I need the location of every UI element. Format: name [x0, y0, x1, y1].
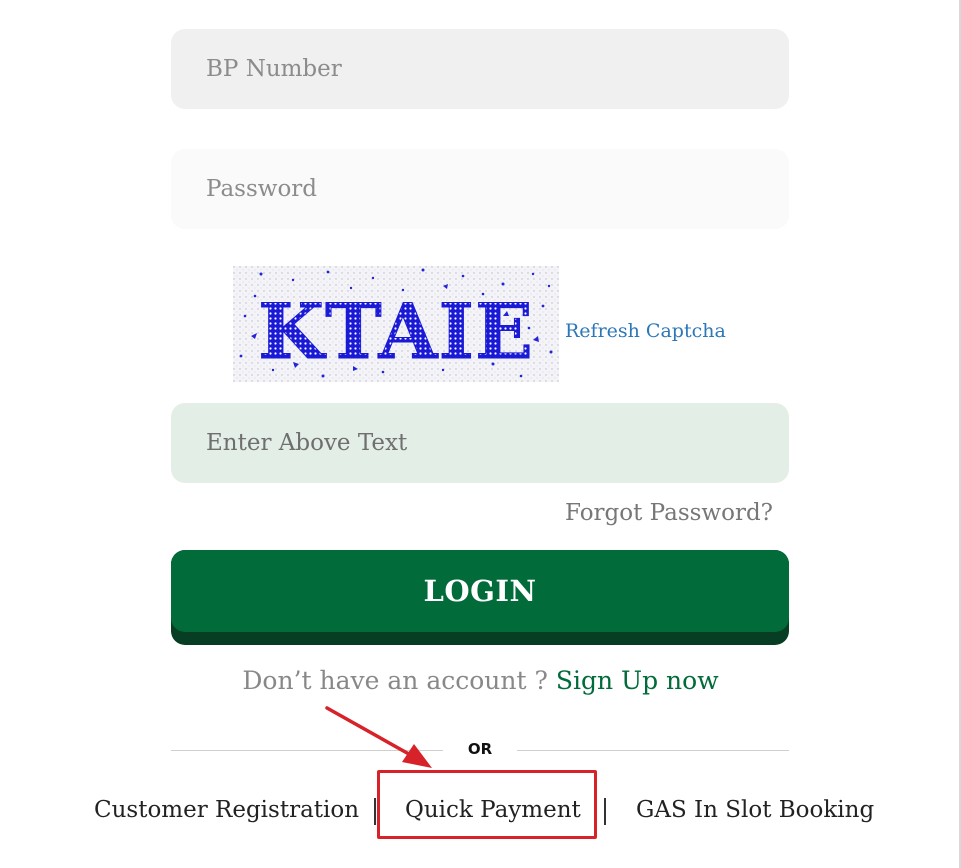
captcha-letters: KTAIE	[258, 287, 534, 376]
refresh-captcha-link[interactable]: Refresh Captcha	[565, 320, 726, 342]
password-input[interactable]	[204, 175, 789, 203]
or-label: OR	[467, 740, 493, 758]
login-button[interactable]: LOGIN	[171, 550, 789, 645]
divider-right	[517, 750, 789, 751]
signup-prompt-text: Don’t have an account ?	[242, 666, 556, 695]
signup-prompt: Don’t have an account ? Sign Up now	[0, 666, 961, 695]
annotation-highlight-box	[377, 770, 597, 839]
captcha-field[interactable]	[171, 403, 789, 483]
captcha-input[interactable]	[204, 429, 789, 457]
bp-number-field[interactable]	[171, 29, 789, 109]
captcha-graphic: KTAIE	[233, 266, 559, 382]
password-field[interactable]	[171, 149, 789, 229]
divider-left	[171, 750, 443, 751]
customer-registration-link[interactable]: Customer Registration	[94, 797, 359, 823]
bp-number-input[interactable]	[204, 55, 789, 83]
signup-link[interactable]: Sign Up now	[556, 666, 719, 695]
link-separator	[374, 798, 376, 825]
gas-slot-booking-link[interactable]: GAS In Slot Booking	[636, 797, 874, 823]
login-button-label: LOGIN	[171, 550, 789, 632]
link-separator	[604, 798, 606, 825]
captcha-image: KTAIE	[233, 266, 559, 382]
forgot-password-link[interactable]: Forgot Password?	[565, 500, 773, 526]
